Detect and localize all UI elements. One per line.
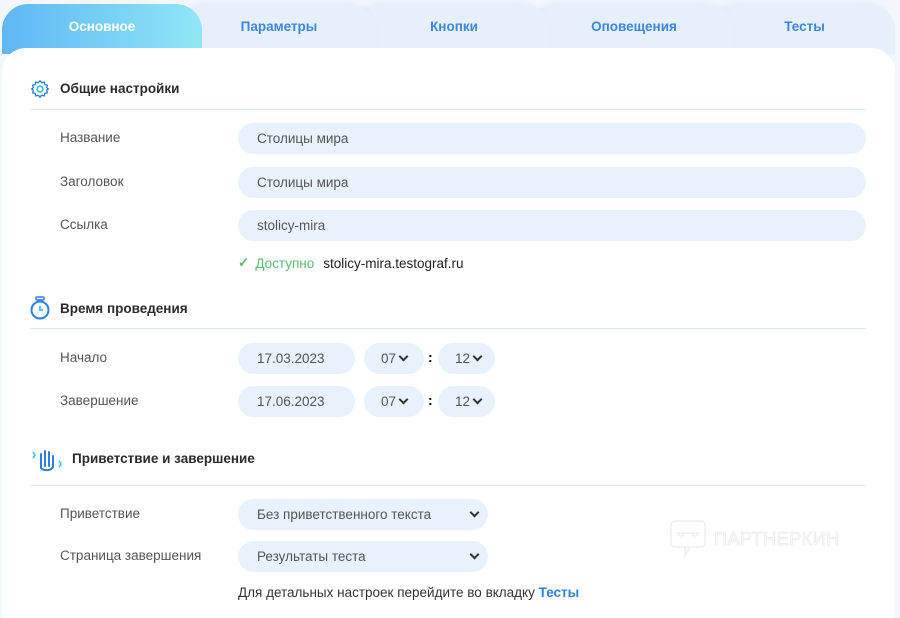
time-colon: : xyxy=(428,349,433,365)
divider xyxy=(30,328,866,329)
end-date-input[interactable]: 17.06.2023 xyxy=(238,386,355,417)
end-minute-select[interactable]: 12 xyxy=(438,386,495,417)
stopwatch-icon xyxy=(30,296,50,320)
watermark-logo-icon xyxy=(670,520,706,558)
section-title-greeting: Приветствие и завершение xyxy=(72,451,255,466)
heading-label: Заголовок xyxy=(60,174,124,189)
link-label: Ссылка xyxy=(60,217,108,232)
available-url: stolicy-mira.testograf.ru xyxy=(323,255,464,271)
check-icon: ✓ xyxy=(238,255,250,270)
section-title-time: Время проведения xyxy=(60,301,188,316)
heading-input[interactable]: Столицы мира xyxy=(238,167,866,198)
finish-page-value: Результаты теста xyxy=(257,549,366,564)
chevron-down-icon xyxy=(469,507,480,518)
chevron-down-icon xyxy=(398,394,409,405)
end-date-value: 17.06.2023 xyxy=(257,394,325,409)
tab-parameters[interactable]: Параметры xyxy=(182,4,376,54)
available-label: Доступно xyxy=(255,255,315,271)
tab-bar: Тесты Оповещения Кнопки Параметры Основн… xyxy=(2,4,895,54)
hint-label: Для детальных настроек перейдите во вкла… xyxy=(238,585,535,600)
start-hour-value: 07 xyxy=(381,351,397,366)
name-input[interactable]: Столицы мира xyxy=(238,123,866,154)
divider xyxy=(30,485,866,486)
divider xyxy=(30,109,866,110)
end-label: Завершение xyxy=(60,393,139,408)
start-date-input[interactable]: 17.03.2023 xyxy=(238,343,355,374)
start-minute-value: 12 xyxy=(455,351,471,366)
waving-hand-icon xyxy=(32,450,62,472)
end-hour-value: 07 xyxy=(381,394,397,409)
finish-page-select[interactable]: Результаты теста xyxy=(238,541,488,572)
finish-page-label: Страница завершения xyxy=(60,548,202,563)
tab-main[interactable]: Основное xyxy=(2,4,202,54)
tests-tab-link[interactable]: Тесты xyxy=(539,585,580,600)
watermark: ПАРТНЕРКИН xyxy=(670,520,840,558)
start-hour-select[interactable]: 07 xyxy=(364,343,424,374)
settings-panel: Общие настройки Название Столицы мира За… xyxy=(2,48,895,618)
start-date-value: 17.03.2023 xyxy=(257,351,325,366)
link-input[interactable]: stolicy-mira xyxy=(238,210,866,241)
tab-notifications[interactable]: Оповещения xyxy=(534,4,734,54)
start-minute-select[interactable]: 12 xyxy=(438,343,495,374)
watermark-text: ПАРТНЕРКИН xyxy=(714,528,840,549)
gear-icon xyxy=(30,79,50,99)
tab-tests[interactable]: Тесты xyxy=(714,4,895,54)
start-label: Начало xyxy=(60,350,108,365)
hint-text: Для детальных настроек перейдите во вкла… xyxy=(238,585,579,600)
end-minute-value: 12 xyxy=(455,394,471,409)
section-title-general: Общие настройки xyxy=(60,81,180,96)
end-hour-select[interactable]: 07 xyxy=(364,386,424,417)
link-value: stolicy-mira xyxy=(257,218,326,233)
availability-status: ✓ Доступно stolicy-mira.testograf.ru xyxy=(238,255,464,271)
heading-value: Столицы мира xyxy=(257,175,349,190)
chevron-down-icon xyxy=(472,394,483,405)
chevron-down-icon xyxy=(472,351,483,362)
time-colon: : xyxy=(428,392,433,408)
greeting-select[interactable]: Без приветственного текста xyxy=(238,499,488,530)
name-label: Название xyxy=(60,130,121,145)
name-value: Столицы мира xyxy=(257,131,349,146)
chevron-down-icon xyxy=(398,351,409,362)
greeting-value: Без приветственного текста xyxy=(257,507,432,522)
chevron-down-icon xyxy=(469,549,480,560)
greeting-label: Приветствие xyxy=(60,506,141,521)
tab-buttons[interactable]: Кнопки xyxy=(358,4,550,54)
